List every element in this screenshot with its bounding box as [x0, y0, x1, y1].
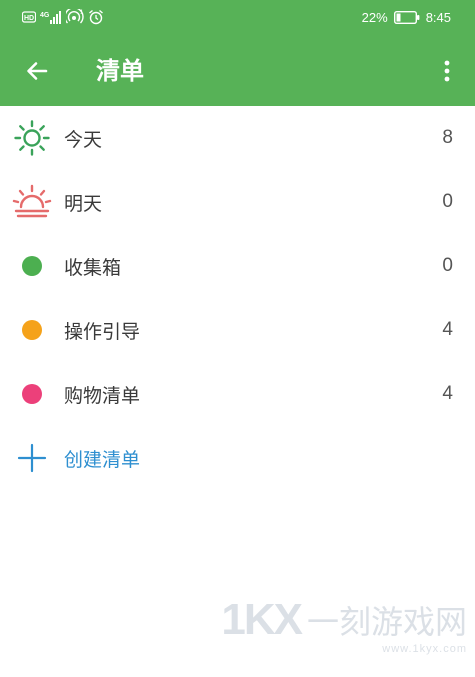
back-button[interactable]: [20, 54, 54, 88]
list-item-tomorrow[interactable]: 明天 0: [0, 170, 475, 234]
toolbar: 清单: [0, 34, 475, 106]
alarm-icon: [89, 9, 103, 25]
svg-text:HD: HD: [24, 15, 34, 22]
watermark-logo: 1KX: [221, 595, 303, 644]
app-bar: HD 4G 1 22% 8:45 清单: [0, 0, 475, 106]
list-item-count: 8: [442, 127, 453, 148]
watermark-url: www.1kyx.com: [382, 643, 467, 655]
plus-icon: [12, 438, 52, 478]
list-item-inbox[interactable]: 收集箱 0: [0, 234, 475, 298]
list-item-shopping[interactable]: 购物清单 4: [0, 362, 475, 426]
list-item-today[interactable]: 今天 8: [0, 106, 475, 170]
sun-icon: [12, 118, 52, 158]
watermark: 1KX 一刻游戏网 www.1kyx.com: [221, 595, 467, 655]
svg-text:4G: 4G: [40, 12, 50, 19]
list-item-label: 今天: [64, 128, 103, 151]
create-list-button[interactable]: 创建清单: [0, 426, 475, 490]
dot-icon: [12, 310, 52, 350]
list-item-count: 0: [442, 191, 453, 212]
hd-icon: HD: [22, 11, 36, 23]
list-item-label: 操作引导: [64, 320, 141, 343]
status-right: 22% 8:45: [362, 7, 451, 27]
hotspot-icon: 1: [66, 9, 84, 24]
arrow-left-icon: [27, 62, 48, 80]
list-item-guide[interactable]: 操作引导 4: [0, 298, 475, 362]
watermark-text: 一刻游戏网: [306, 603, 467, 641]
dot-icon: [12, 246, 52, 286]
sunrise-icon: [12, 182, 52, 222]
4g-signal-icon: 4G: [40, 11, 61, 24]
list-item-count: 4: [442, 383, 453, 404]
list-item-label: 购物清单: [64, 384, 141, 407]
page-title: 清单: [96, 57, 144, 85]
status-time: 8:45: [425, 9, 451, 25]
battery-percent: 22%: [361, 9, 388, 25]
list-item-count: 0: [442, 255, 453, 276]
more-vertical-icon: [444, 60, 450, 82]
status-bar: HD 4G 1 22% 8:45: [0, 0, 475, 34]
more-options-button[interactable]: [437, 54, 457, 88]
status-left-icons: HD 4G 1: [22, 7, 104, 27]
battery-icon: [393, 10, 420, 24]
dot-icon: [12, 374, 52, 414]
list-item-label: 明天: [64, 192, 103, 215]
create-list-label: 创建清单: [64, 448, 141, 471]
list-container: 今天 8 明天 0 收集箱 0 操作引导 4 购物清单 4 创建清单: [0, 106, 475, 490]
list-item-count: 4: [442, 319, 453, 340]
list-item-label: 收集箱: [64, 256, 122, 279]
